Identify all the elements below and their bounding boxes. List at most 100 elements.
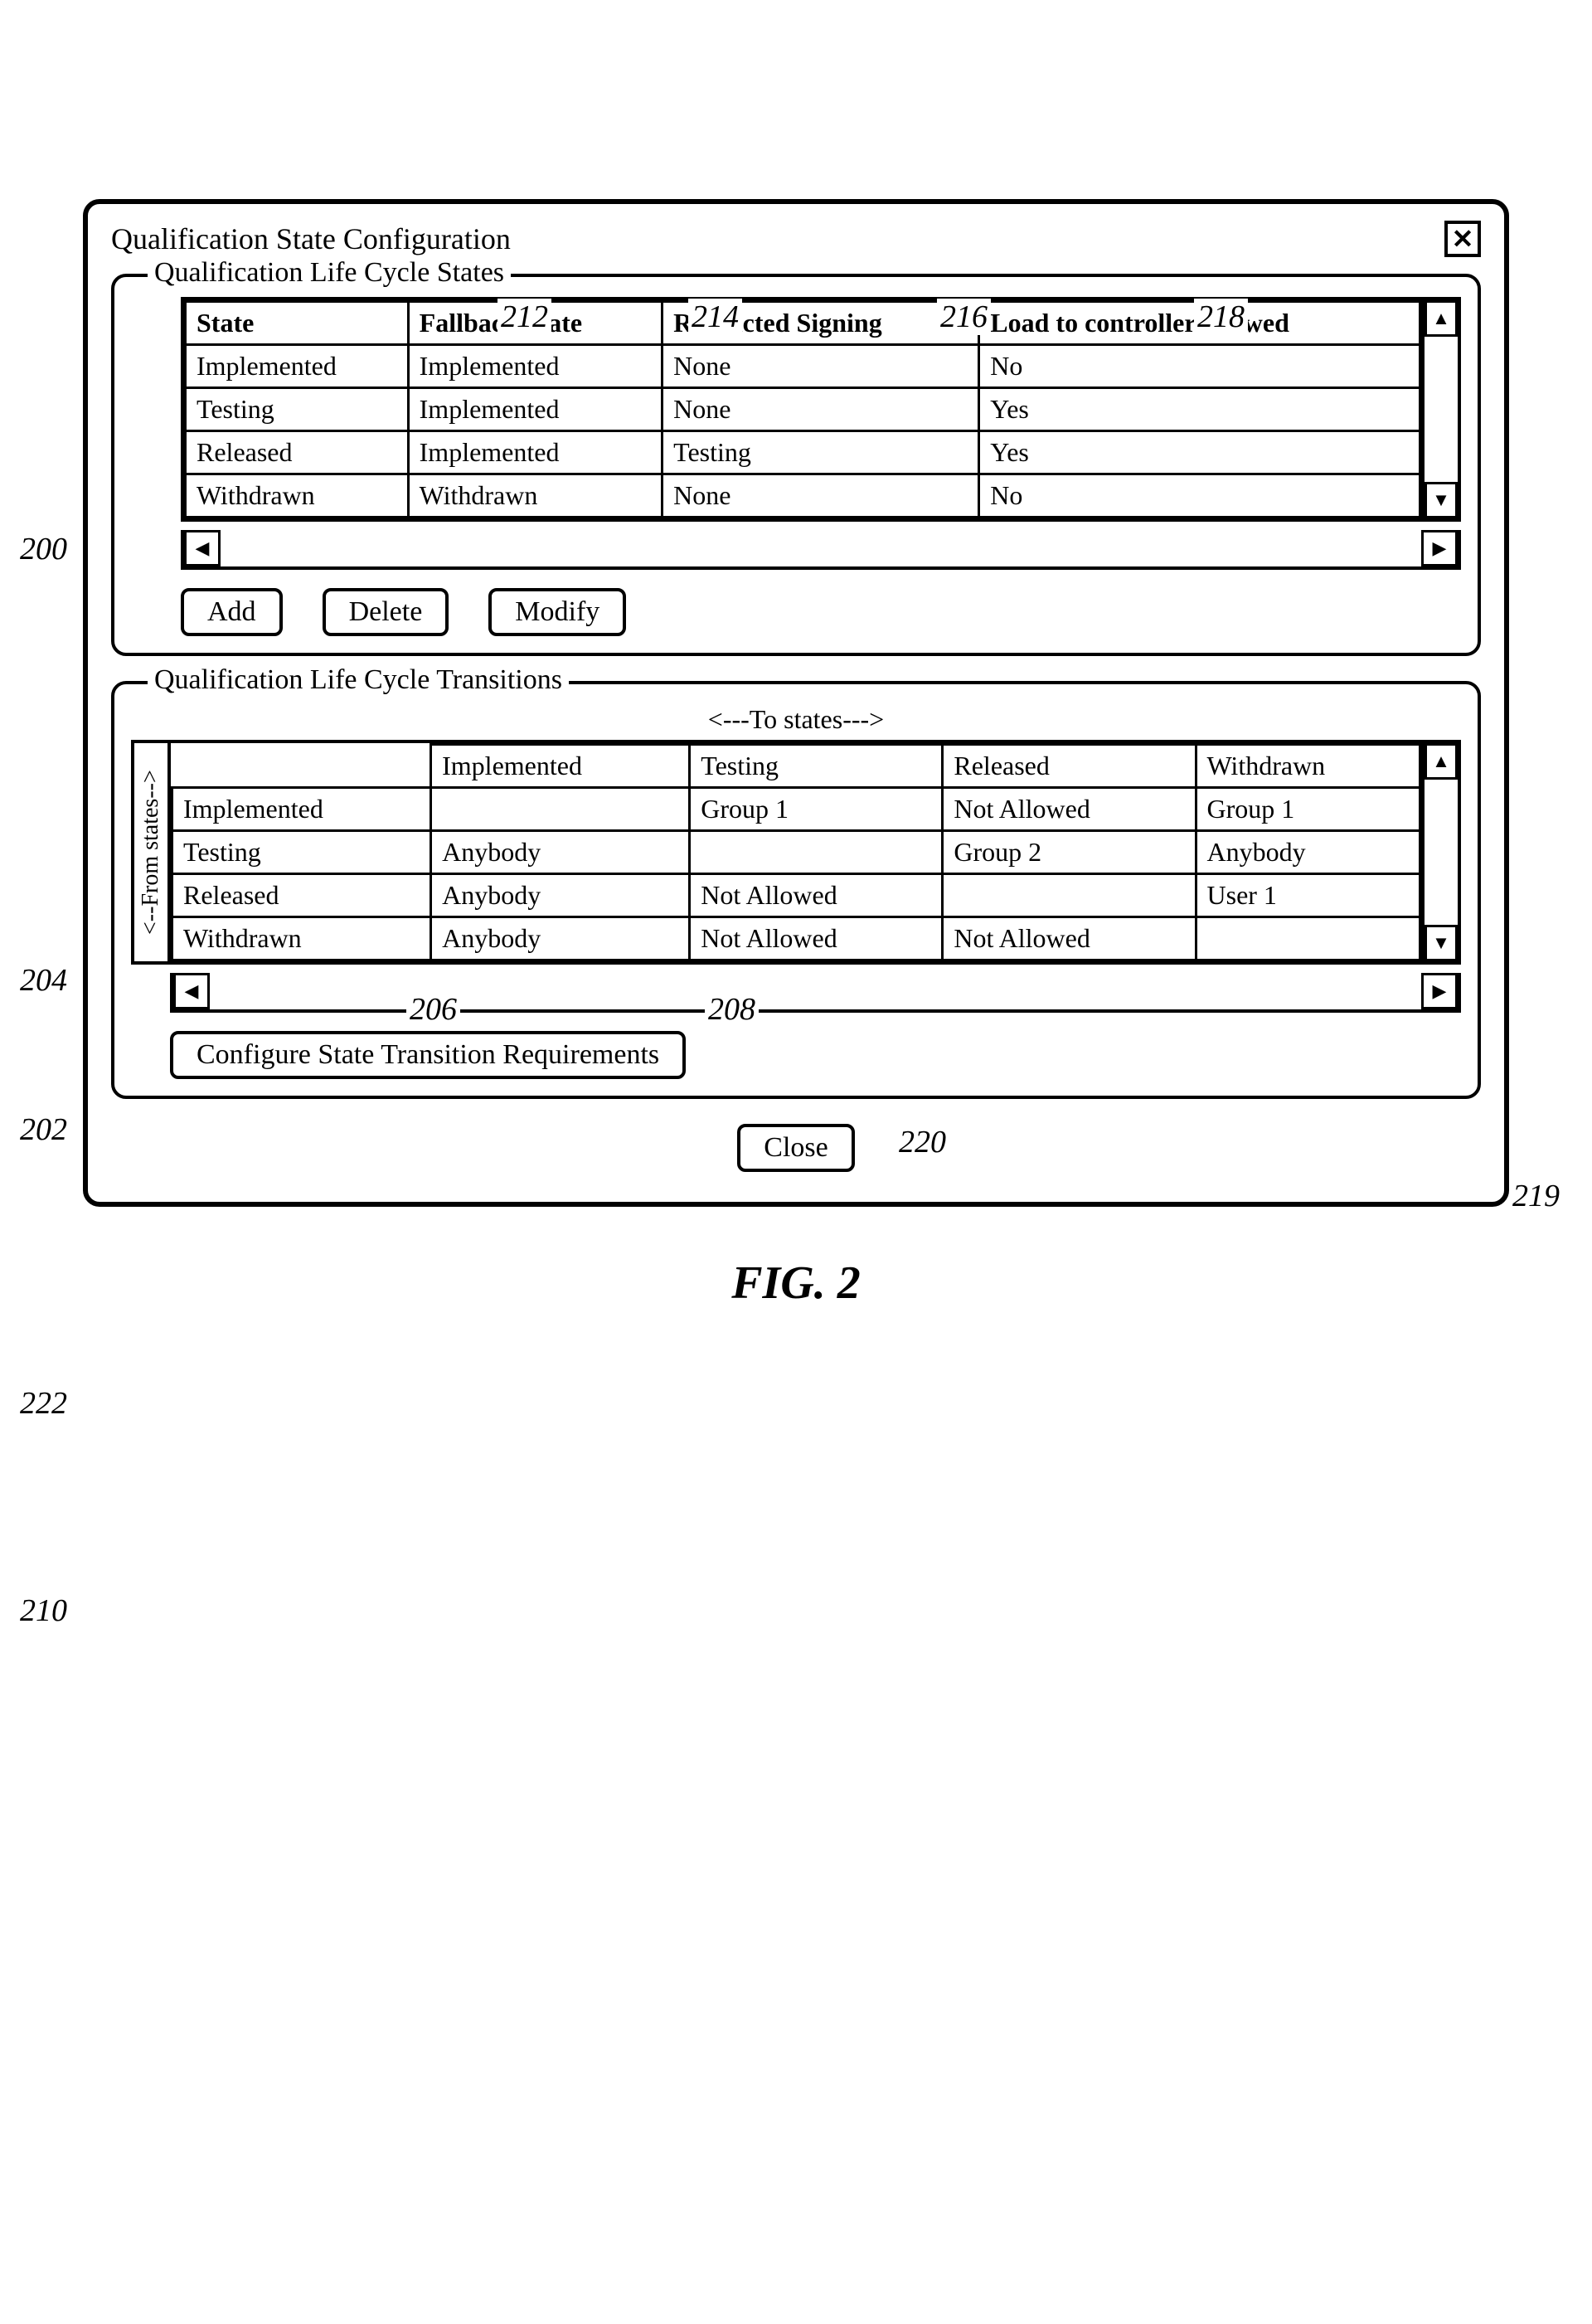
scroll-up-icon[interactable]: ▲ bbox=[1425, 300, 1458, 337]
trans-row[interactable]: Implemented Group 1 Not Allowed Group 1 bbox=[172, 788, 1420, 831]
callout-208: 208 bbox=[705, 991, 759, 1028]
add-button[interactable]: Add bbox=[181, 588, 283, 636]
trans-v-scrollbar[interactable]: ▲ ▼ bbox=[1421, 743, 1458, 961]
life-cycle-transitions-group: Qualification Life Cycle Transitions <--… bbox=[111, 681, 1481, 1099]
cell bbox=[1196, 917, 1420, 960]
figure-caption: FIG. 2 bbox=[50, 1257, 1542, 1310]
cell: Implemented bbox=[408, 431, 663, 474]
scroll-track[interactable] bbox=[210, 973, 1421, 1009]
callout-210: 210 bbox=[17, 1592, 70, 1629]
states-v-scrollbar[interactable]: ▲ ▼ bbox=[1421, 300, 1458, 518]
cell: No bbox=[979, 345, 1420, 388]
to-col: Testing bbox=[690, 745, 943, 788]
scroll-down-icon[interactable]: ▼ bbox=[1425, 482, 1458, 518]
cell: None bbox=[663, 474, 979, 518]
cell: Yes bbox=[979, 431, 1420, 474]
cell: Anybody bbox=[431, 874, 690, 917]
scroll-track[interactable] bbox=[221, 530, 1421, 566]
states-row[interactable]: Implemented Implemented None No bbox=[186, 345, 1420, 388]
scroll-track[interactable] bbox=[1425, 780, 1458, 925]
modify-button[interactable]: Modify bbox=[488, 588, 626, 636]
trans-row[interactable]: Released Anybody Not Allowed User 1 bbox=[172, 874, 1420, 917]
to-states-label: <---To states---> bbox=[131, 704, 1461, 735]
titlebar: Qualification State Configuration ✕ bbox=[111, 221, 1481, 257]
cell: Withdrawn bbox=[408, 474, 663, 518]
states-row[interactable]: Released Implemented Testing Yes bbox=[186, 431, 1420, 474]
cell: Not Allowed bbox=[690, 917, 943, 960]
callout-218: 218 bbox=[1194, 299, 1248, 335]
empty-corner bbox=[172, 745, 431, 788]
from-row-name: Released bbox=[172, 874, 431, 917]
cell: Group 2 bbox=[943, 831, 1196, 874]
cell: User 1 bbox=[1196, 874, 1420, 917]
states-h-scrollbar[interactable]: ◀ ▶ bbox=[181, 530, 1461, 570]
cell: Group 1 bbox=[1196, 788, 1420, 831]
transitions-grid-wrap: <--From states--> Implemented Testing Re… bbox=[131, 740, 1461, 965]
states-grid-wrap: State Fallback State Restricted Signing … bbox=[181, 297, 1461, 522]
scroll-left-icon[interactable]: ◀ bbox=[184, 530, 221, 566]
callout-212: 212 bbox=[498, 299, 551, 335]
qualification-state-config-window: Qualification State Configuration ✕ Qual… bbox=[83, 199, 1509, 1207]
cell: Withdrawn bbox=[186, 474, 409, 518]
states-buttons: Add Delete Modify bbox=[181, 588, 1461, 636]
callout-220: 220 bbox=[896, 1124, 949, 1160]
configure-transition-button[interactable]: Configure State Transition Requirements bbox=[170, 1031, 686, 1079]
callout-206: 206 bbox=[406, 991, 460, 1028]
states-row[interactable]: Testing Implemented None Yes bbox=[186, 388, 1420, 431]
callout-214: 214 bbox=[688, 299, 742, 335]
cell: Yes bbox=[979, 388, 1420, 431]
from-row-name: Implemented bbox=[172, 788, 431, 831]
scroll-left-icon[interactable]: ◀ bbox=[173, 973, 210, 1009]
cell: Testing bbox=[663, 431, 979, 474]
close-button[interactable]: Close bbox=[737, 1124, 854, 1172]
cell bbox=[431, 788, 690, 831]
trans-row[interactable]: Testing Anybody Group 2 Anybody bbox=[172, 831, 1420, 874]
scroll-down-icon[interactable]: ▼ bbox=[1425, 925, 1458, 961]
from-states-label: <--From states--> bbox=[134, 743, 171, 961]
col-state: State bbox=[186, 302, 409, 345]
cell: Implemented bbox=[186, 345, 409, 388]
cell: None bbox=[663, 345, 979, 388]
transitions-table: Implemented Testing Released Withdrawn I… bbox=[171, 743, 1421, 961]
cell: Not Allowed bbox=[690, 874, 943, 917]
cell: Not Allowed bbox=[943, 917, 1196, 960]
delete-button[interactable]: Delete bbox=[323, 588, 449, 636]
cell: Implemented bbox=[408, 388, 663, 431]
from-row-name: Testing bbox=[172, 831, 431, 874]
to-col: Implemented bbox=[431, 745, 690, 788]
window-close-button[interactable]: ✕ bbox=[1444, 221, 1481, 257]
callout-204: 204 bbox=[17, 962, 70, 999]
states-legend: Qualification Life Cycle States bbox=[148, 257, 511, 289]
window-title: Qualification State Configuration bbox=[111, 221, 511, 256]
trans-header-row: Implemented Testing Released Withdrawn bbox=[172, 745, 1420, 788]
trans-h-scrollbar[interactable]: ◀ ▶ bbox=[170, 973, 1461, 1013]
callout-219: 219 bbox=[1509, 1178, 1563, 1214]
transitions-legend: Qualification Life Cycle Transitions bbox=[148, 664, 569, 696]
cell bbox=[690, 831, 943, 874]
states-row[interactable]: Withdrawn Withdrawn None No bbox=[186, 474, 1420, 518]
callout-222: 222 bbox=[17, 1385, 70, 1422]
cell: No bbox=[979, 474, 1420, 518]
to-col: Withdrawn bbox=[1196, 745, 1420, 788]
scroll-up-icon[interactable]: ▲ bbox=[1425, 743, 1458, 780]
cell: Anybody bbox=[431, 831, 690, 874]
scroll-right-icon[interactable]: ▶ bbox=[1421, 973, 1458, 1009]
scroll-right-icon[interactable]: ▶ bbox=[1421, 530, 1458, 566]
cell: Implemented bbox=[408, 345, 663, 388]
cell: Not Allowed bbox=[943, 788, 1196, 831]
callout-216: 216 bbox=[937, 299, 991, 335]
cell: Group 1 bbox=[690, 788, 943, 831]
scroll-track[interactable] bbox=[1425, 337, 1458, 482]
callout-200: 200 bbox=[17, 531, 70, 567]
cell: Testing bbox=[186, 388, 409, 431]
to-col: Released bbox=[943, 745, 1196, 788]
diagram-container: 212 214 216 218 200 204 206 208 202 220 … bbox=[50, 199, 1542, 1310]
cell bbox=[943, 874, 1196, 917]
life-cycle-states-group: Qualification Life Cycle States State Fa… bbox=[111, 274, 1481, 656]
cell: Anybody bbox=[1196, 831, 1420, 874]
callout-202: 202 bbox=[17, 1111, 70, 1148]
cell: Anybody bbox=[431, 917, 690, 960]
cell: Released bbox=[186, 431, 409, 474]
trans-row[interactable]: Withdrawn Anybody Not Allowed Not Allowe… bbox=[172, 917, 1420, 960]
from-row-name: Withdrawn bbox=[172, 917, 431, 960]
